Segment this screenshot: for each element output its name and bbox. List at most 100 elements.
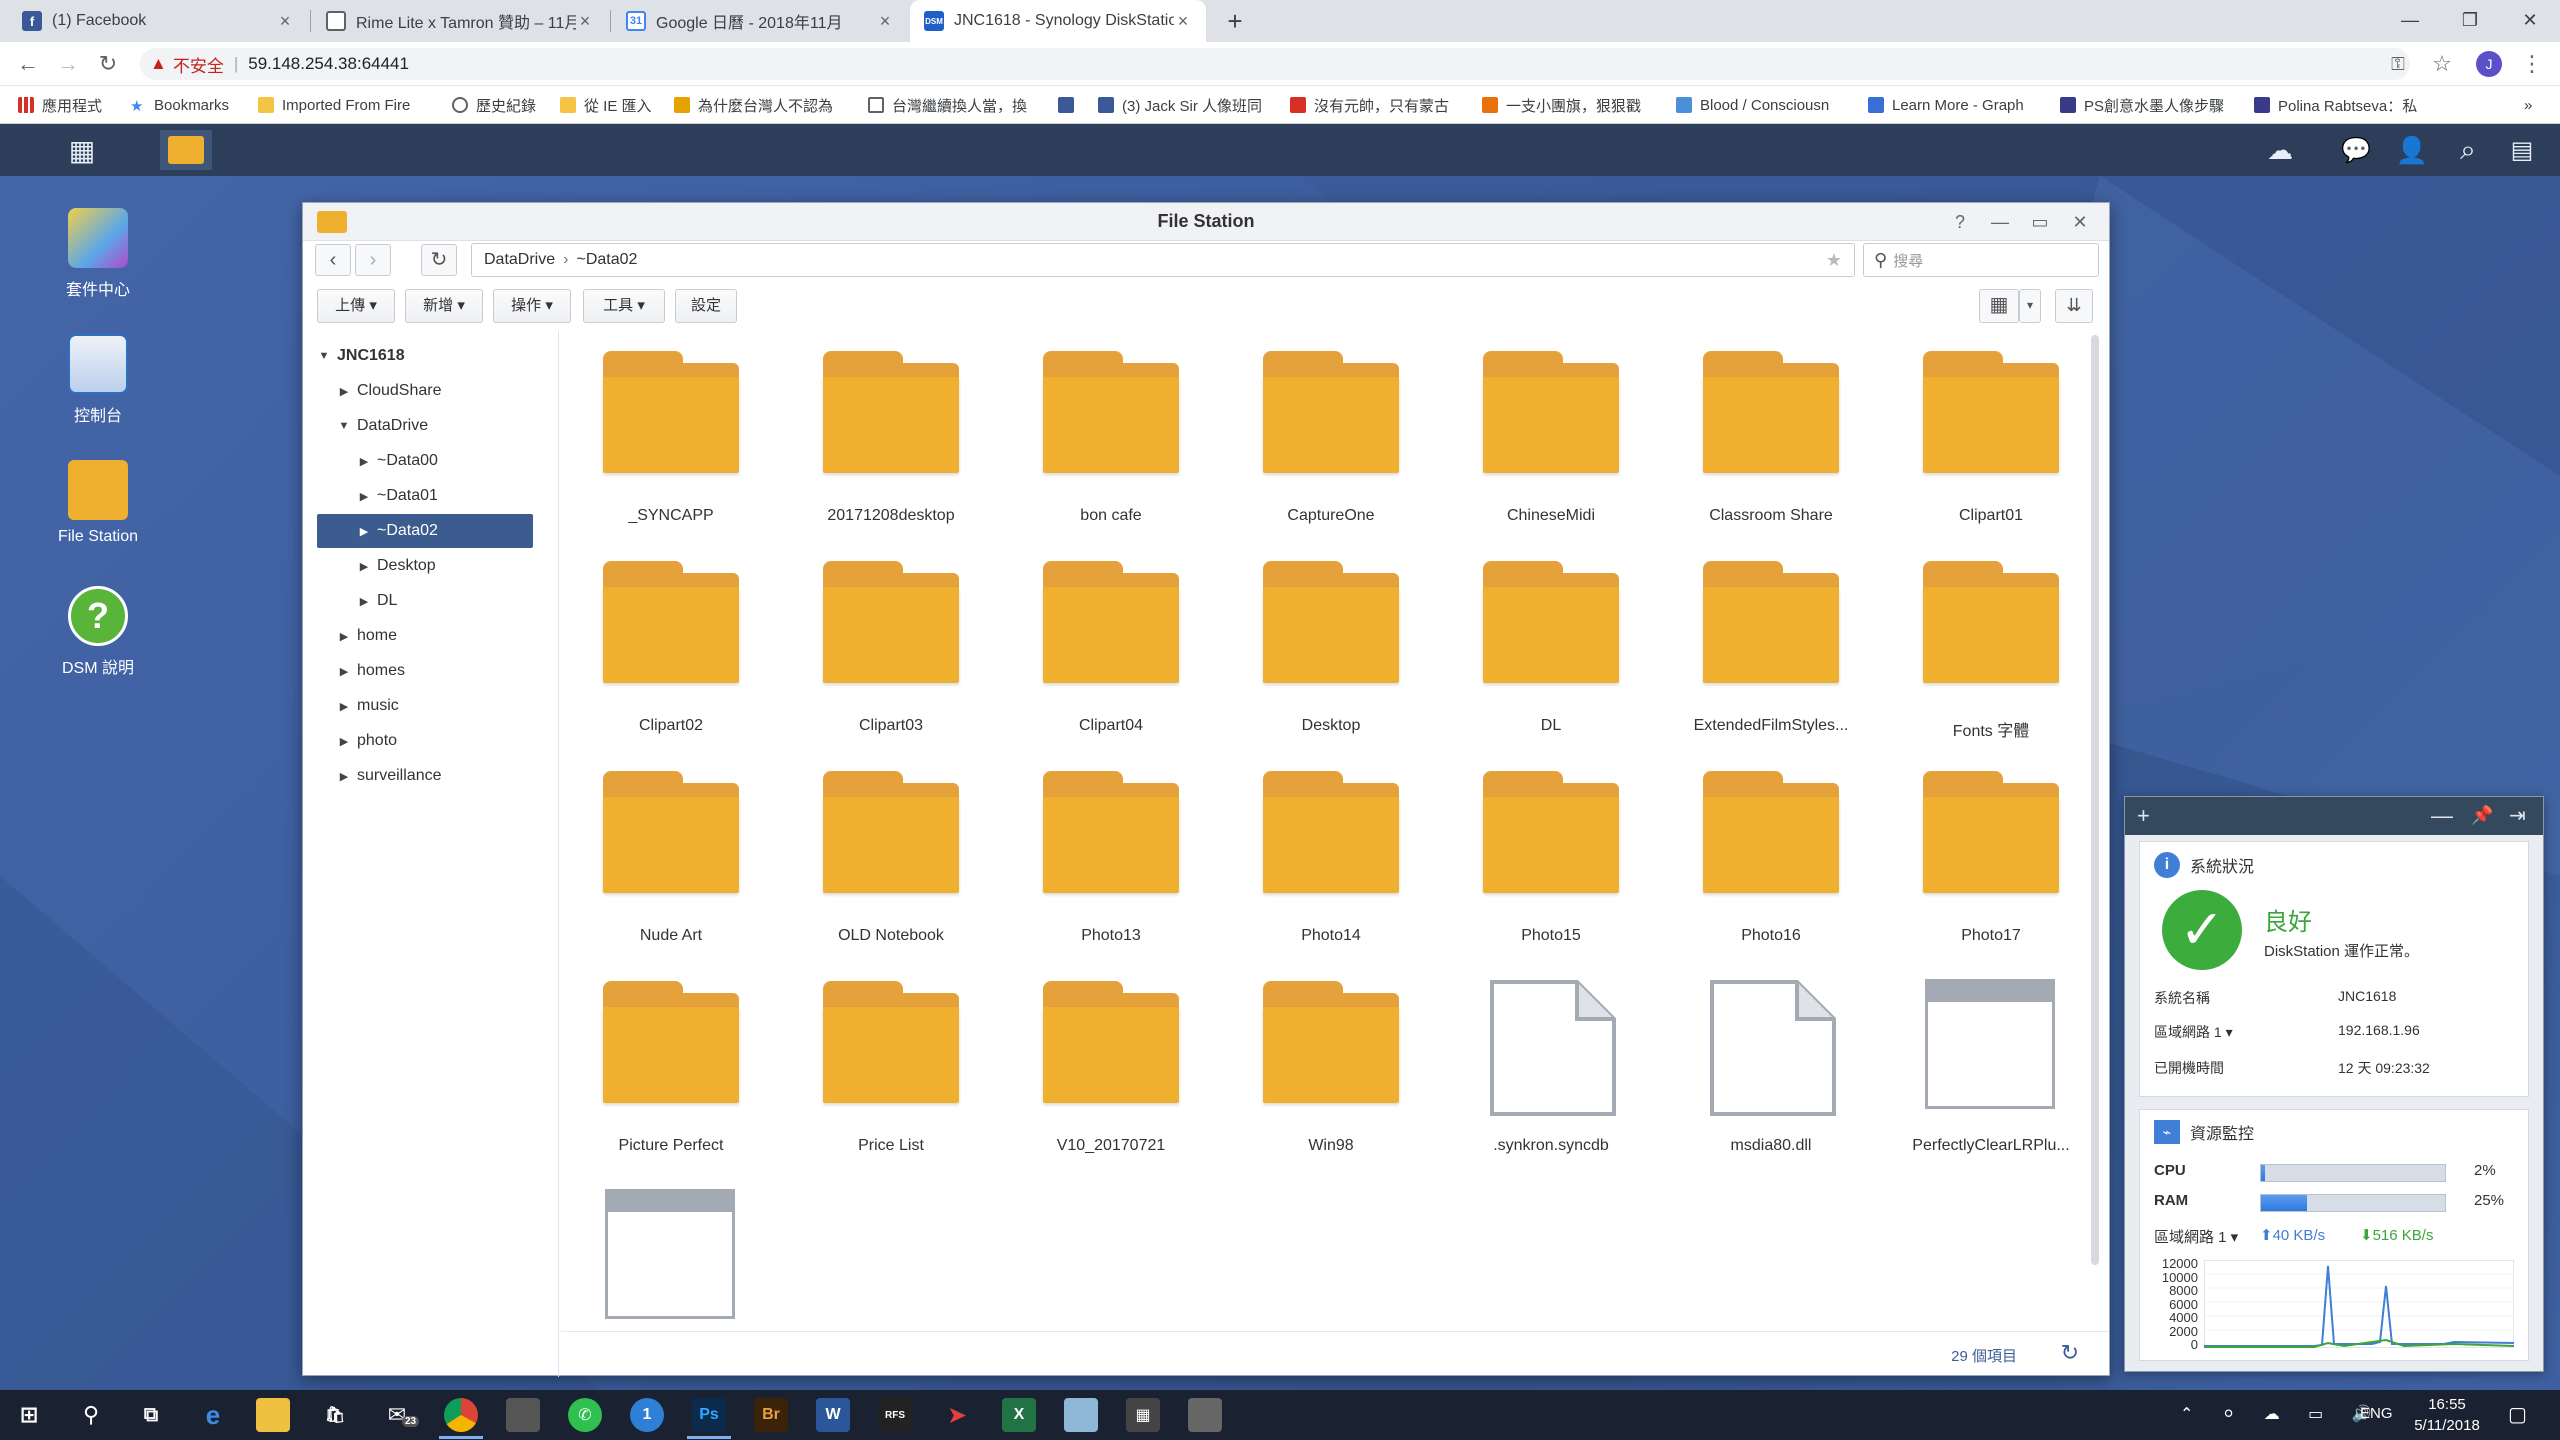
- folder-item[interactable]: _SYNCAPP: [561, 339, 761, 539]
- close-icon[interactable]: ×: [576, 11, 594, 32]
- folder-item[interactable]: Classroom Share: [1661, 339, 1861, 539]
- photoshop-icon[interactable]: Ps: [692, 1398, 726, 1432]
- tree-item-surveillance[interactable]: ▶ surveillance: [317, 759, 533, 793]
- chrome-icon[interactable]: [444, 1398, 478, 1432]
- refresh-icon[interactable]: ↻: [2061, 1340, 2079, 1366]
- language-indicator[interactable]: ENG: [2360, 1405, 2393, 1422]
- maximize-button[interactable]: ▭: [2027, 209, 2053, 235]
- settings-button[interactable]: 設定: [675, 289, 737, 323]
- upload-button[interactable]: 上傳 ▾: [317, 289, 395, 323]
- tree-item-data01[interactable]: ▶ ~Data01: [317, 479, 533, 513]
- bookmark-imported-firefox[interactable]: Imported From Fire: [258, 92, 426, 118]
- file-item[interactable]: PerfectlyClearLRPlu...: [1881, 969, 2075, 1169]
- back-button[interactable]: ←: [14, 50, 42, 78]
- collapsed-arrow-icon[interactable]: ▶: [337, 700, 351, 713]
- address-bar[interactable]: ▲ 不安全 | 59.148.254.38:64441: [140, 48, 2410, 80]
- onepassword-icon[interactable]: 1: [630, 1398, 664, 1432]
- search-icon[interactable]: ⚲: [74, 1398, 108, 1432]
- folder-item[interactable]: ExtendedFilmStyles...: [1661, 549, 1861, 749]
- folder-item[interactable]: Clipart04: [1001, 549, 1201, 749]
- sync-cloud-icon[interactable]: ☁: [2256, 130, 2304, 170]
- collapsed-arrow-icon[interactable]: ▶: [337, 665, 351, 678]
- minimize-button[interactable]: —: [2380, 0, 2440, 42]
- tree-item-data02[interactable]: ▶ ~Data02: [317, 514, 533, 548]
- folder-item[interactable]: Win98: [1221, 969, 1421, 1169]
- file-item[interactable]: msdia80.dll: [1661, 969, 1861, 1169]
- app-icon[interactable]: ➤: [940, 1398, 974, 1432]
- file-item[interactable]: .synkron.syncdb: [1441, 969, 1641, 1169]
- bookmark-polina[interactable]: Polina Rabtseva：私: [2254, 92, 2440, 118]
- expanded-arrow-icon[interactable]: ▼: [317, 350, 331, 362]
- bridge-icon[interactable]: Br: [754, 1398, 788, 1432]
- collapsed-arrow-icon[interactable]: ▶: [357, 490, 371, 503]
- tree-item-desktop[interactable]: ▶ Desktop: [317, 549, 533, 583]
- tree-item-cloudshare[interactable]: ▶ CloudShare: [317, 374, 533, 408]
- bookmark-ie-import[interactable]: 從 IE 匯入: [560, 92, 666, 118]
- tools-button[interactable]: 工具 ▾: [583, 289, 665, 323]
- collapsed-arrow-icon[interactable]: ▶: [357, 525, 371, 538]
- folder-item[interactable]: Photo14: [1221, 759, 1421, 959]
- tree-item-data00[interactable]: ▶ ~Data00: [317, 444, 533, 478]
- restore-button[interactable]: ❐: [2440, 0, 2500, 42]
- close-window-button[interactable]: ✕: [2500, 0, 2560, 42]
- view-mode-dropdown[interactable]: ▾: [2019, 289, 2041, 323]
- folder-item[interactable]: Photo17: [1881, 759, 2075, 959]
- minimize-button[interactable]: —: [1987, 209, 2013, 235]
- expanded-arrow-icon[interactable]: ▼: [337, 420, 351, 432]
- breadcrumb-datadrive[interactable]: DataDrive: [484, 251, 555, 269]
- folder-item[interactable]: DL: [1441, 549, 1641, 749]
- mail-icon[interactable]: ✉ 23: [380, 1398, 420, 1432]
- tab-facebook[interactable]: f (1) Facebook ×: [8, 0, 308, 42]
- bookmark-star-icon[interactable]: ☆: [2428, 50, 2456, 78]
- folder-item[interactable]: Clipart02: [561, 549, 761, 749]
- help-button[interactable]: ?: [1947, 209, 1973, 235]
- search-input[interactable]: ⚲ 搜尋: [1863, 243, 2099, 277]
- folder-item[interactable]: OLD Notebook: [781, 759, 981, 959]
- key-icon[interactable]: ⚿: [2384, 50, 2412, 78]
- whatsapp-icon[interactable]: ✆: [568, 1398, 602, 1432]
- folder-item[interactable]: CaptureOne: [1221, 339, 1421, 539]
- user-icon[interactable]: 👤: [2390, 130, 2434, 170]
- file-station-task-icon[interactable]: [160, 130, 212, 170]
- folder-item[interactable]: Nude Art: [561, 759, 761, 959]
- desktop-icon-file-station[interactable]: File Station: [38, 460, 158, 546]
- folder-item[interactable]: Photo16: [1661, 759, 1861, 959]
- tree-item-homes[interactable]: ▶ homes: [317, 654, 533, 688]
- app-icon[interactable]: [506, 1398, 540, 1432]
- action-center-icon[interactable]: ▢: [2508, 1402, 2527, 1427]
- folder-item[interactable]: Photo15: [1441, 759, 1641, 959]
- bookmark-history[interactable]: 歷史紀錄: [452, 92, 562, 118]
- folder-item[interactable]: bon cafe: [1001, 339, 1201, 539]
- bookmark-jack-sir[interactable]: (3) Jack Sir 人像班同: [1098, 92, 1268, 118]
- tree-item-dl[interactable]: ▶ DL: [317, 584, 533, 618]
- collapsed-arrow-icon[interactable]: ▶: [357, 560, 371, 573]
- sort-button[interactable]: ⇊: [2055, 289, 2093, 323]
- pin-icon[interactable]: 📌: [2471, 805, 2493, 826]
- folder-item[interactable]: Clipart01: [1881, 339, 2075, 539]
- bookmark-taiwan-article[interactable]: 為什麼台灣人不認為: [674, 92, 846, 118]
- bookmark-mongol[interactable]: 沒有元帥，只有蒙古: [1290, 92, 1462, 118]
- action-button[interactable]: 操作 ▾: [493, 289, 571, 323]
- add-widget-icon[interactable]: +: [2137, 803, 2150, 829]
- bookmark-facebook[interactable]: [1058, 92, 1082, 118]
- close-icon[interactable]: ×: [1174, 11, 1192, 32]
- new-tab-button[interactable]: +: [1220, 6, 1250, 36]
- folder-item[interactable]: Desktop: [1221, 549, 1421, 749]
- bookmark-taiwan-turns[interactable]: 台灣繼續換人當，換: [868, 92, 1044, 118]
- widgets-icon[interactable]: ▤: [2498, 130, 2546, 170]
- app-icon[interactable]: RFS: [878, 1398, 912, 1432]
- path-bar[interactable]: DataDrive › ~Data02 ★: [471, 243, 1855, 277]
- tab-google-calendar[interactable]: 31 Google 日曆 - 2018年11月 ×: [612, 0, 908, 42]
- excel-icon[interactable]: X: [1002, 1398, 1036, 1432]
- desktop-icon-package-center[interactable]: 套件中心: [38, 208, 158, 300]
- bookmark-apps[interactable]: 應用程式: [18, 92, 128, 118]
- folder-item[interactable]: Fonts 字體: [1881, 549, 2075, 749]
- desktop-icon-control-panel[interactable]: 控制台: [38, 334, 158, 426]
- reload-button[interactable]: ↻: [94, 50, 122, 78]
- forward-button[interactable]: ›: [355, 244, 391, 276]
- favorite-star-icon[interactable]: ★: [1826, 250, 1842, 271]
- desktop-icon-dsm-help[interactable]: ? DSM 說明: [38, 586, 158, 678]
- clock[interactable]: 16:55 5/11/2018: [2412, 1394, 2482, 1436]
- bookmark-learn-more[interactable]: Learn More - Graph: [1868, 92, 2040, 118]
- lan-selector[interactable]: 區域網路 1 ▾: [2154, 1229, 2238, 1246]
